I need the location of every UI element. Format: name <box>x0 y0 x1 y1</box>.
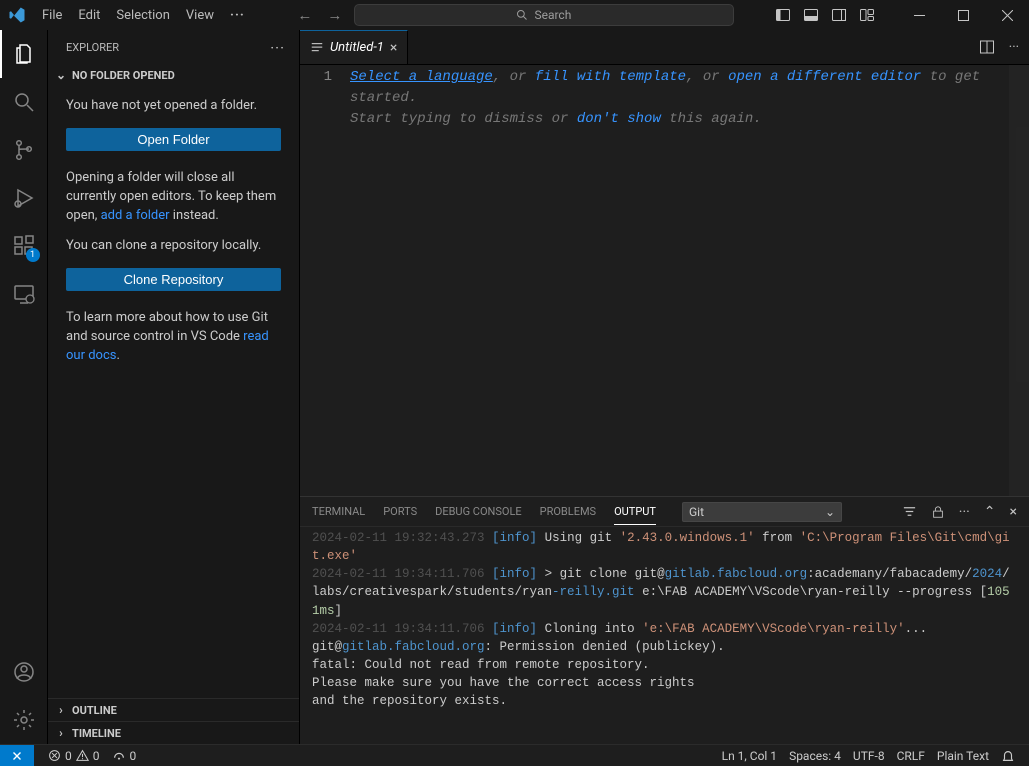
activity-run-debug-icon[interactable] <box>0 174 48 222</box>
panel-tab-problems[interactable]: PROBLEMS <box>540 505 596 518</box>
timeline-label: TIMELINE <box>72 727 121 740</box>
output-line: and the repository exists. <box>312 692 1017 710</box>
editor-tab-untitled[interactable]: Untitled-1 × <box>300 30 408 64</box>
command-center-search[interactable]: Search <box>354 4 734 26</box>
status-language-mode[interactable]: Plain Text <box>931 749 995 763</box>
status-eol[interactable]: CRLF <box>891 749 931 763</box>
status-cursor-position[interactable]: Ln 1, Col 1 <box>716 749 783 763</box>
docs-hint: To learn more about how to use Git and s… <box>66 309 281 366</box>
tab-label: Untitled-1 <box>330 40 384 55</box>
menu-bar: File Edit Selection View ··· <box>34 8 253 23</box>
window-maximize-icon[interactable] <box>941 0 985 30</box>
status-notifications-icon[interactable] <box>995 749 1021 763</box>
panel-tab-output[interactable]: OUTPUT <box>614 505 656 525</box>
status-encoding[interactable]: UTF-8 <box>847 749 891 763</box>
toggle-primary-sidebar-icon[interactable] <box>775 7 803 23</box>
chevron-right-icon: › <box>54 726 68 740</box>
extensions-badge: 1 <box>26 248 40 262</box>
output-more-icon[interactable]: ··· <box>959 504 970 520</box>
panel-tab-debug-console[interactable]: DEBUG CONSOLE <box>435 505 522 518</box>
menu-edit[interactable]: Edit <box>70 8 108 23</box>
chevron-right-icon: › <box>54 703 68 717</box>
editor-group: Untitled-1 × ··· 1 Select a language, or… <box>300 30 1029 744</box>
menu-selection[interactable]: Selection <box>108 8 177 23</box>
toggle-panel-icon[interactable] <box>803 7 831 23</box>
clone-repository-button[interactable]: Clone Repository <box>66 268 281 291</box>
output-channel-label: Git <box>689 505 704 519</box>
activity-bar: 1 <box>0 30 48 744</box>
panel-tab-ports[interactable]: PORTS <box>383 505 417 518</box>
output-line: Please make sure you have the correct ac… <box>312 674 1017 692</box>
output-line: 2024-02-11 19:34:11.706 [info] > git clo… <box>312 565 1017 619</box>
activity-search-icon[interactable] <box>0 78 48 126</box>
section-title: NO FOLDER OPENED <box>72 69 175 82</box>
timeline-section[interactable]: › TIMELINE <box>48 721 299 744</box>
chevron-down-icon: ⌄ <box>825 505 835 519</box>
output-lock-icon[interactable] <box>931 505 945 519</box>
open-different-editor-link[interactable]: open a different editor <box>728 69 921 85</box>
no-folder-header[interactable]: ⌄ NO FOLDER OPENED <box>48 65 299 85</box>
window-close-icon[interactable] <box>985 0 1029 30</box>
fill-template-link[interactable]: fill with template <box>535 69 686 85</box>
menu-overflow[interactable]: ··· <box>222 8 253 23</box>
output-line: fatal: Could not read from remote reposi… <box>312 656 1017 674</box>
panel-maximize-icon[interactable]: ⌃ <box>984 504 996 520</box>
remote-indicator-icon[interactable] <box>0 745 34 766</box>
activity-explorer-icon[interactable] <box>0 30 48 78</box>
editor-more-icon[interactable]: ··· <box>1009 40 1019 55</box>
sidebar-more-icon[interactable]: ··· <box>270 39 285 57</box>
status-ports[interactable]: 0 <box>106 749 143 763</box>
title-bar: File Edit Selection View ··· ← → Search <box>0 0 1029 30</box>
select-language-link[interactable]: Select a language <box>350 69 493 85</box>
chevron-down-icon: ⌄ <box>54 68 68 82</box>
editor-area[interactable]: 1 Select a language, or fill with templa… <box>300 65 1029 496</box>
open-folder-button[interactable]: Open Folder <box>66 128 281 151</box>
panel-tab-terminal[interactable]: TERMINAL <box>312 505 365 518</box>
minimap[interactable] <box>1009 65 1029 496</box>
output-line: 2024-02-11 19:32:43.273 [info] Using git… <box>312 529 1017 565</box>
toggle-secondary-sidebar-icon[interactable] <box>831 7 859 23</box>
file-icon <box>310 41 324 55</box>
nav-back-icon[interactable]: ← <box>294 6 316 24</box>
customize-layout-icon[interactable] <box>859 7 887 23</box>
vscode-logo-icon <box>0 6 34 24</box>
panel-close-icon[interactable]: × <box>1010 504 1017 520</box>
editor-placeholder: Select a language, or fill with template… <box>350 65 1029 496</box>
output-line: git@gitlab.fabcloud.org: Permission deni… <box>312 638 1017 656</box>
bottom-panel: TERMINAL PORTS DEBUG CONSOLE PROBLEMS OU… <box>300 496 1029 744</box>
sidebar-title: EXPLORER <box>66 41 119 54</box>
add-folder-link[interactable]: add a folder <box>101 208 170 223</box>
menu-file[interactable]: File <box>34 8 70 23</box>
status-problems[interactable]: 0 0 <box>42 749 106 763</box>
activity-remote-explorer-icon[interactable] <box>0 270 48 318</box>
activity-extensions-icon[interactable]: 1 <box>0 222 48 270</box>
outline-label: OUTLINE <box>72 704 117 717</box>
status-indentation[interactable]: Spaces: 4 <box>783 749 847 763</box>
output-line: 2024-02-11 19:34:11.706 [info] Cloning i… <box>312 620 1017 638</box>
output-body[interactable]: 2024-02-11 19:32:43.273 [info] Using git… <box>300 527 1029 744</box>
menu-view[interactable]: View <box>178 8 222 23</box>
dont-show-link[interactable]: don't show <box>577 111 661 127</box>
outline-section[interactable]: › OUTLINE <box>48 698 299 721</box>
line-number-gutter: 1 <box>300 65 350 496</box>
window-minimize-icon[interactable] <box>897 0 941 30</box>
close-editors-hint: Opening a folder will close all currentl… <box>66 169 281 226</box>
split-editor-icon[interactable] <box>979 39 995 55</box>
explorer-sidebar: EXPLORER ··· ⌄ NO FOLDER OPENED You have… <box>48 30 300 744</box>
tab-close-icon[interactable]: × <box>390 40 397 56</box>
activity-accounts-icon[interactable] <box>0 648 48 696</box>
output-filter-icon[interactable] <box>902 504 917 519</box>
output-channel-select[interactable]: Git ⌄ <box>682 502 842 522</box>
activity-source-control-icon[interactable] <box>0 126 48 174</box>
editor-tab-bar: Untitled-1 × ··· <box>300 30 1029 65</box>
nav-forward-icon[interactable]: → <box>324 6 346 24</box>
search-placeholder: Search <box>534 8 571 22</box>
clone-text: You can clone a repository locally. <box>66 237 281 256</box>
activity-settings-icon[interactable] <box>0 696 48 744</box>
no-folder-text: You have not yet opened a folder. <box>66 97 281 116</box>
status-bar: 0 0 0 Ln 1, Col 1 Spaces: 4 UTF-8 CRLF P… <box>0 744 1029 766</box>
